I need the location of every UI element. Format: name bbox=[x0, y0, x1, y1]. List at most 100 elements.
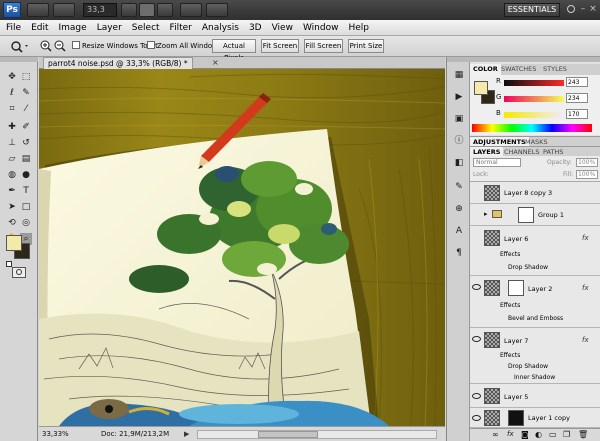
document-canvas[interactable] bbox=[39, 69, 445, 426]
zoom-all-windows-checkbox[interactable] bbox=[147, 41, 155, 49]
workspace-switcher[interactable]: ESSENTIALS bbox=[504, 3, 560, 17]
menu-image[interactable]: Image bbox=[53, 23, 91, 33]
close-tab-icon[interactable]: × bbox=[212, 57, 219, 69]
info-panel-icon[interactable]: ⓘ bbox=[453, 135, 465, 147]
rectangle-tool-icon[interactable]: □ bbox=[20, 201, 32, 213]
clone-stamp-tool-icon[interactable]: ⊥ bbox=[6, 137, 18, 149]
pen-tool-icon[interactable]: ✒ bbox=[6, 185, 18, 197]
actual-pixels-button[interactable]: Actual Pixels bbox=[212, 39, 256, 62]
visibility-eye-icon[interactable] bbox=[472, 336, 481, 342]
marquee-tool-icon[interactable]: ⬚ bbox=[20, 71, 32, 83]
history-brush-tool-icon[interactable]: ↺ bbox=[20, 137, 32, 149]
delete-layer-icon[interactable]: 🗑 bbox=[578, 430, 588, 439]
photoshop-logo[interactable]: Ps bbox=[3, 2, 21, 18]
menu-window[interactable]: Window bbox=[297, 23, 343, 33]
panel-grip[interactable] bbox=[470, 57, 600, 62]
lasso-tool-icon[interactable]: ℓ bbox=[6, 87, 18, 99]
mini-bridge-button[interactable] bbox=[53, 3, 75, 17]
tab-color[interactable]: COLOR bbox=[470, 64, 501, 75]
layer-effects-icon[interactable]: fx bbox=[582, 234, 589, 242]
add-style-icon[interactable]: fx bbox=[507, 430, 514, 438]
actions-panel-icon[interactable]: ▶ bbox=[453, 91, 465, 103]
3d-rotate-tool-icon[interactable]: ⟲ bbox=[6, 217, 18, 229]
status-menu-arrow-icon[interactable]: ▶ bbox=[184, 429, 189, 439]
gradient-tool-icon[interactable]: ▤ bbox=[20, 153, 32, 165]
eyedropper-tool-icon[interactable]: ⁄ bbox=[20, 103, 32, 115]
menu-help[interactable]: Help bbox=[342, 23, 373, 33]
tab-styles[interactable]: STYLES bbox=[540, 64, 570, 75]
visibility-eye-icon[interactable] bbox=[472, 415, 481, 421]
path-selection-tool-icon[interactable]: ➤ bbox=[6, 201, 18, 213]
character-panel-icon[interactable]: A bbox=[453, 225, 465, 237]
menu-3d[interactable]: 3D bbox=[243, 23, 266, 33]
menu-edit[interactable]: Edit bbox=[25, 23, 52, 33]
menu-layer[interactable]: Layer bbox=[91, 23, 126, 33]
brush-tool-icon[interactable]: ✐ bbox=[20, 121, 32, 133]
expand-arrow-icon[interactable]: ▸ bbox=[484, 210, 488, 218]
paragraph-panel-icon[interactable]: ¶ bbox=[453, 247, 465, 259]
dodge-tool-icon[interactable]: ● bbox=[20, 169, 32, 181]
navigator-panel-icon[interactable]: ◧ bbox=[453, 157, 465, 169]
layer-row[interactable]: Layer 8 copy 3 bbox=[470, 182, 600, 204]
zoom-in-icon[interactable] bbox=[40, 40, 52, 52]
quick-select-tool-icon[interactable]: ✎ bbox=[20, 87, 32, 99]
type-tool-icon[interactable]: T bbox=[20, 185, 32, 197]
layer-row[interactable]: Layer 1 copy bbox=[470, 408, 600, 428]
menu-select[interactable]: Select bbox=[126, 23, 164, 33]
layer-row[interactable]: Layer 6 fx Effects Drop Shadow bbox=[470, 226, 600, 276]
menu-view[interactable]: View bbox=[266, 23, 297, 33]
color-ramp[interactable] bbox=[472, 124, 592, 132]
arrange-documents-button[interactable] bbox=[180, 3, 202, 17]
toolbox-grip[interactable] bbox=[0, 57, 38, 62]
search-icon[interactable] bbox=[567, 5, 575, 13]
zoom-tool-preset-icon[interactable] bbox=[10, 40, 30, 53]
fill-field[interactable]: 100% bbox=[576, 170, 598, 179]
new-group-icon[interactable]: ▭ bbox=[549, 430, 557, 439]
blend-mode-select[interactable]: Normal bbox=[473, 158, 521, 167]
foreground-color-swatch-box[interactable] bbox=[6, 235, 22, 251]
strip-grip[interactable] bbox=[447, 57, 471, 62]
swatches-panel-icon[interactable]: ▣ bbox=[453, 113, 465, 125]
add-mask-icon[interactable]: ◙ bbox=[521, 430, 529, 439]
opacity-field[interactable]: 100% bbox=[576, 158, 598, 167]
eraser-tool-icon[interactable]: ▱ bbox=[6, 153, 18, 165]
rotate-view-button[interactable] bbox=[157, 3, 173, 17]
menu-analysis[interactable]: Analysis bbox=[196, 23, 243, 33]
green-value-field[interactable] bbox=[566, 93, 588, 103]
blue-slider[interactable] bbox=[504, 112, 564, 118]
layer-row[interactable]: Layer 7 fx Effects Drop Shadow Inner Sha… bbox=[470, 328, 600, 384]
scrollbar-thumb[interactable] bbox=[258, 431, 318, 438]
adjustment-layer-icon[interactable]: ◐ bbox=[535, 430, 542, 439]
layer-group-row[interactable]: ▸ Group 1 bbox=[470, 204, 600, 226]
layer-effects-icon[interactable]: fx bbox=[582, 284, 589, 292]
green-slider[interactable] bbox=[504, 96, 564, 102]
zoom-tool-button[interactable] bbox=[139, 3, 155, 17]
3d-orbit-tool-icon[interactable]: ◎ bbox=[20, 217, 32, 229]
red-value-field[interactable] bbox=[566, 77, 588, 87]
menu-filter[interactable]: Filter bbox=[164, 23, 196, 33]
quick-mask-icon[interactable] bbox=[12, 267, 26, 278]
close-button[interactable]: × bbox=[588, 4, 598, 14]
zoom-level-field[interactable]: 33,3 bbox=[83, 3, 117, 17]
screen-mode-button[interactable] bbox=[206, 3, 228, 17]
tab-swatches[interactable]: SWATCHES bbox=[498, 64, 539, 75]
new-layer-icon[interactable]: ❐ bbox=[563, 430, 570, 439]
spot-healing-tool-icon[interactable]: ✚ bbox=[6, 121, 18, 133]
fill-screen-button[interactable]: Fill Screen bbox=[304, 39, 343, 53]
layer-row[interactable]: Layer 5 bbox=[470, 384, 600, 408]
bridge-button[interactable] bbox=[27, 3, 49, 17]
horizontal-scrollbar[interactable] bbox=[197, 430, 437, 439]
print-size-button[interactable]: Print Size bbox=[348, 39, 384, 53]
move-tool-icon[interactable]: ✥ bbox=[6, 71, 18, 83]
blue-value-field[interactable] bbox=[566, 109, 588, 119]
crop-tool-icon[interactable]: ⌗ bbox=[6, 103, 18, 115]
history-panel-icon[interactable]: ▦ bbox=[453, 69, 465, 81]
red-slider[interactable] bbox=[504, 80, 564, 86]
resize-windows-checkbox[interactable] bbox=[72, 41, 80, 49]
visibility-eye-icon[interactable] bbox=[472, 393, 481, 399]
menu-file[interactable]: File bbox=[0, 23, 25, 33]
blur-tool-icon[interactable]: ◍ bbox=[6, 169, 18, 181]
visibility-eye-icon[interactable] bbox=[472, 284, 481, 290]
hand-tool-button[interactable] bbox=[121, 3, 137, 17]
panel-foreground-swatch[interactable] bbox=[474, 81, 488, 95]
